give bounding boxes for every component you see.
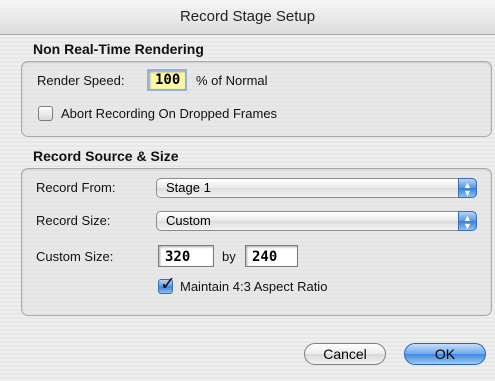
record-from-label: Record From: (36, 180, 116, 195)
maintain-aspect-checkbox[interactable]: ✓ (158, 274, 176, 295)
record-size-popup[interactable]: Custom ▲ ▼ (156, 211, 477, 231)
non-realtime-section-title: Non Real-Time Rendering (33, 41, 204, 57)
window-title: Record Stage Setup (0, 0, 495, 35)
record-size-value: Custom (166, 213, 211, 228)
record-from-popup[interactable]: Stage 1 ▲ ▼ (156, 178, 477, 198)
abort-recording-label[interactable]: Abort Recording On Dropped Frames (61, 106, 277, 121)
record-size-label: Record Size: (36, 213, 111, 228)
render-speed-suffix: % of Normal (196, 73, 268, 88)
render-speed-field[interactable]: 100 (147, 69, 187, 91)
checkmark-icon: ✓ (160, 274, 176, 295)
record-from-value: Stage 1 (166, 180, 211, 195)
abort-recording-checkbox[interactable] (38, 106, 53, 121)
ok-button[interactable]: OK (404, 343, 486, 365)
maintain-aspect-label[interactable]: Maintain 4:3 Aspect Ratio (180, 279, 327, 294)
custom-height-field[interactable]: 240 (245, 245, 298, 267)
cancel-button[interactable]: Cancel (304, 343, 386, 365)
popup-arrows-icon: ▲ ▼ (458, 178, 477, 198)
custom-size-label: Custom Size: (36, 249, 114, 264)
by-label: by (222, 249, 236, 264)
record-stage-setup-dialog: Record Stage Setup Non Real-Time Renderi… (0, 0, 495, 381)
record-source-section-title: Record Source & Size (33, 148, 179, 164)
custom-width-field[interactable]: 320 (158, 245, 214, 267)
render-speed-label: Render Speed: (37, 73, 125, 88)
popup-arrows-icon: ▲ ▼ (458, 211, 477, 231)
